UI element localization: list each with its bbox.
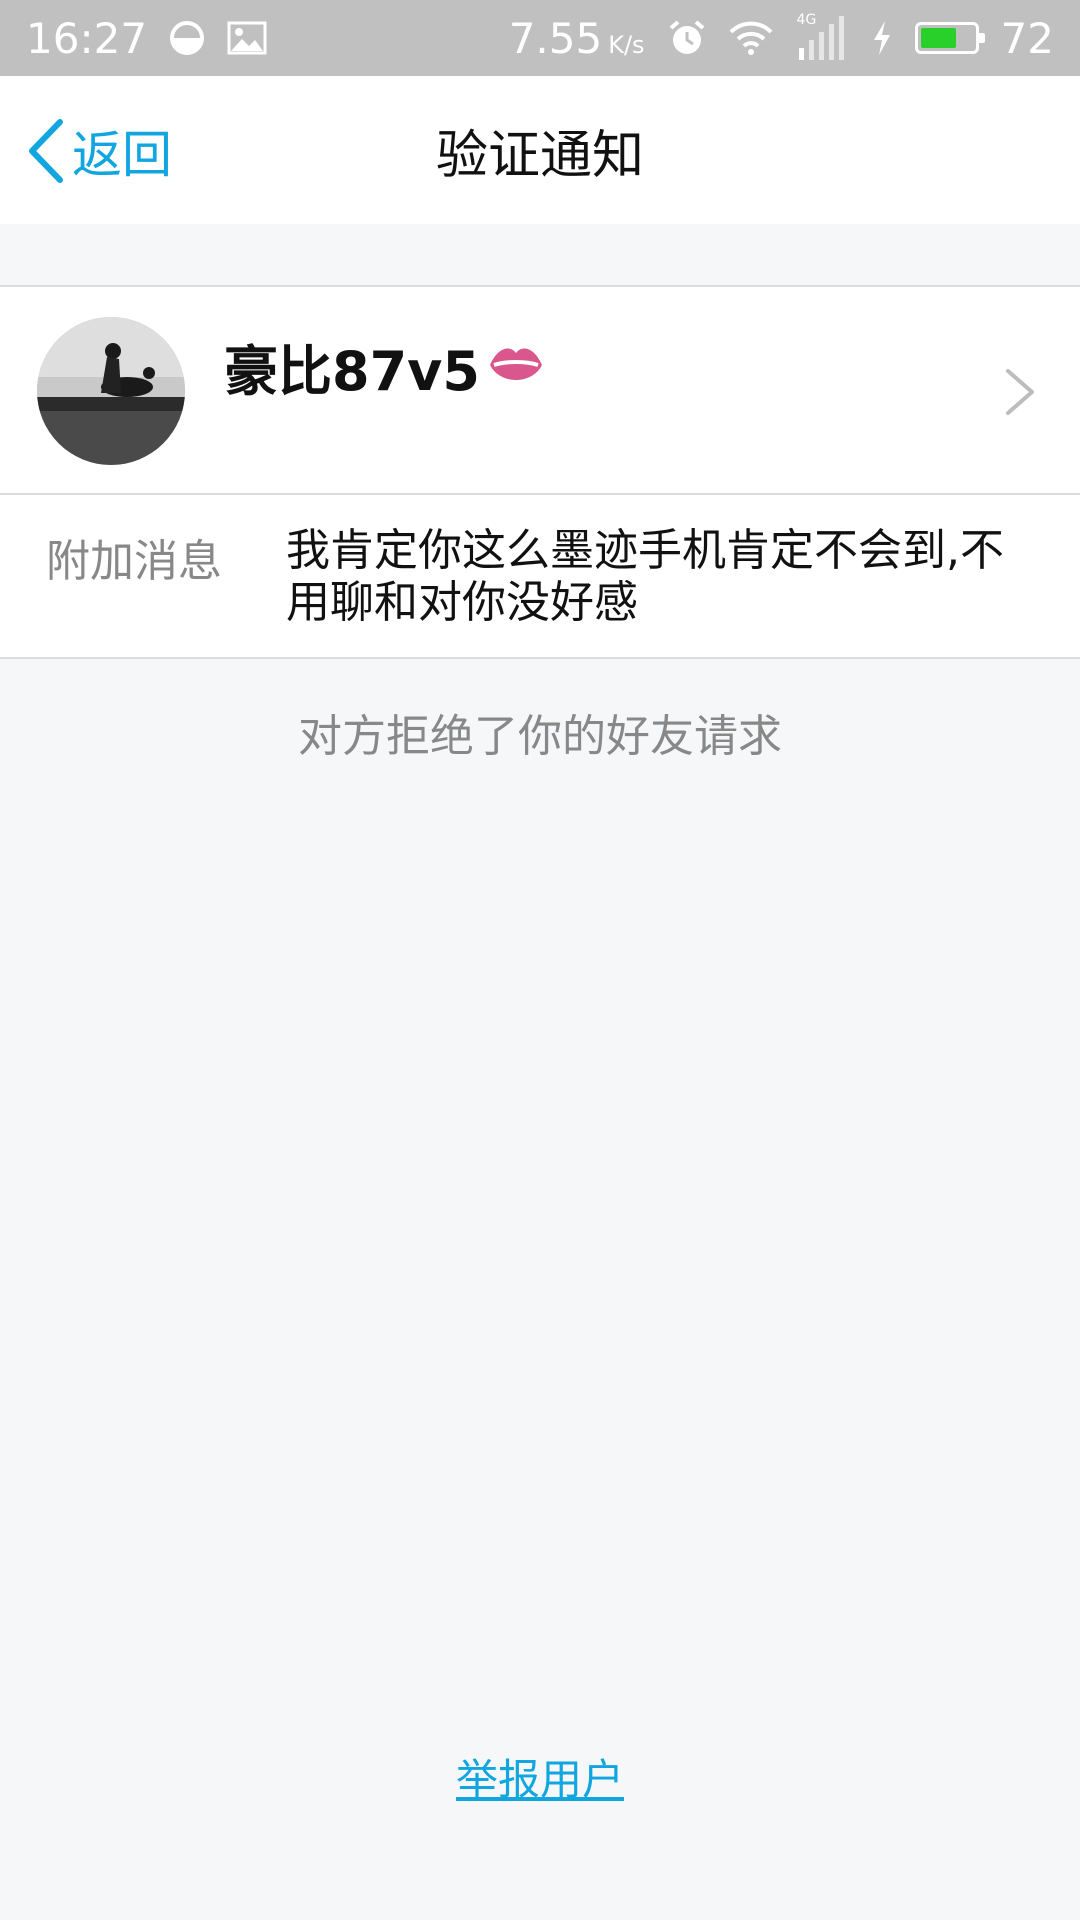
- username: 豪比87v5: [224, 340, 480, 403]
- wifi-icon: [729, 20, 773, 56]
- attached-message-text: 我肯定你这么墨迹手机肯定不会到,不用聊和对你没好感: [286, 525, 1004, 628]
- request-status-text: 对方拒绝了你的好友请求: [298, 711, 782, 762]
- page-title: 验证通知: [435, 125, 644, 186]
- avatar[interactable]: [37, 317, 185, 465]
- network-type-label: 4G: [796, 12, 817, 28]
- chevron-right-icon: [1006, 369, 1034, 415]
- report-area: 举报用户: [0, 1746, 1080, 1807]
- battery-icon: [914, 22, 985, 54]
- speed-value: 7.55: [508, 13, 603, 63]
- lips-icon: [486, 339, 546, 395]
- attached-message-label: 附加消息: [46, 536, 222, 587]
- status-bar: 16:27 7.55 K/s 4G 72: [0, 0, 1080, 76]
- battery-tip: [978, 33, 985, 43]
- network-speed: 7.55 K/s: [509, 14, 645, 63]
- report-user-link[interactable]: 举报用户: [456, 1755, 624, 1804]
- alarm-icon: [667, 18, 707, 58]
- image-icon: [227, 21, 267, 55]
- status-time: 16:27: [26, 13, 148, 63]
- avatar-image: [37, 317, 185, 465]
- signal-icon: 4G: [795, 12, 849, 62]
- profile-row[interactable]: 豪比87v5: [0, 285, 1080, 495]
- nav-bar: 返回 验证通知: [0, 76, 1080, 224]
- status-bar-left: 16:27: [26, 14, 267, 63]
- speed-unit: K/s: [608, 30, 645, 59]
- battery-fill: [920, 28, 957, 48]
- attached-message-row: 附加消息 我肯定你这么墨迹手机肯定不会到,不用聊和对你没好感: [0, 495, 1080, 659]
- battery-level: 72: [1000, 13, 1054, 63]
- charging-icon: [871, 19, 893, 57]
- username-wrap: 豪比87v5: [224, 327, 546, 406]
- data-saver-icon: [169, 20, 205, 56]
- status-bar-right: 7.55 K/s 4G 72: [509, 12, 1054, 63]
